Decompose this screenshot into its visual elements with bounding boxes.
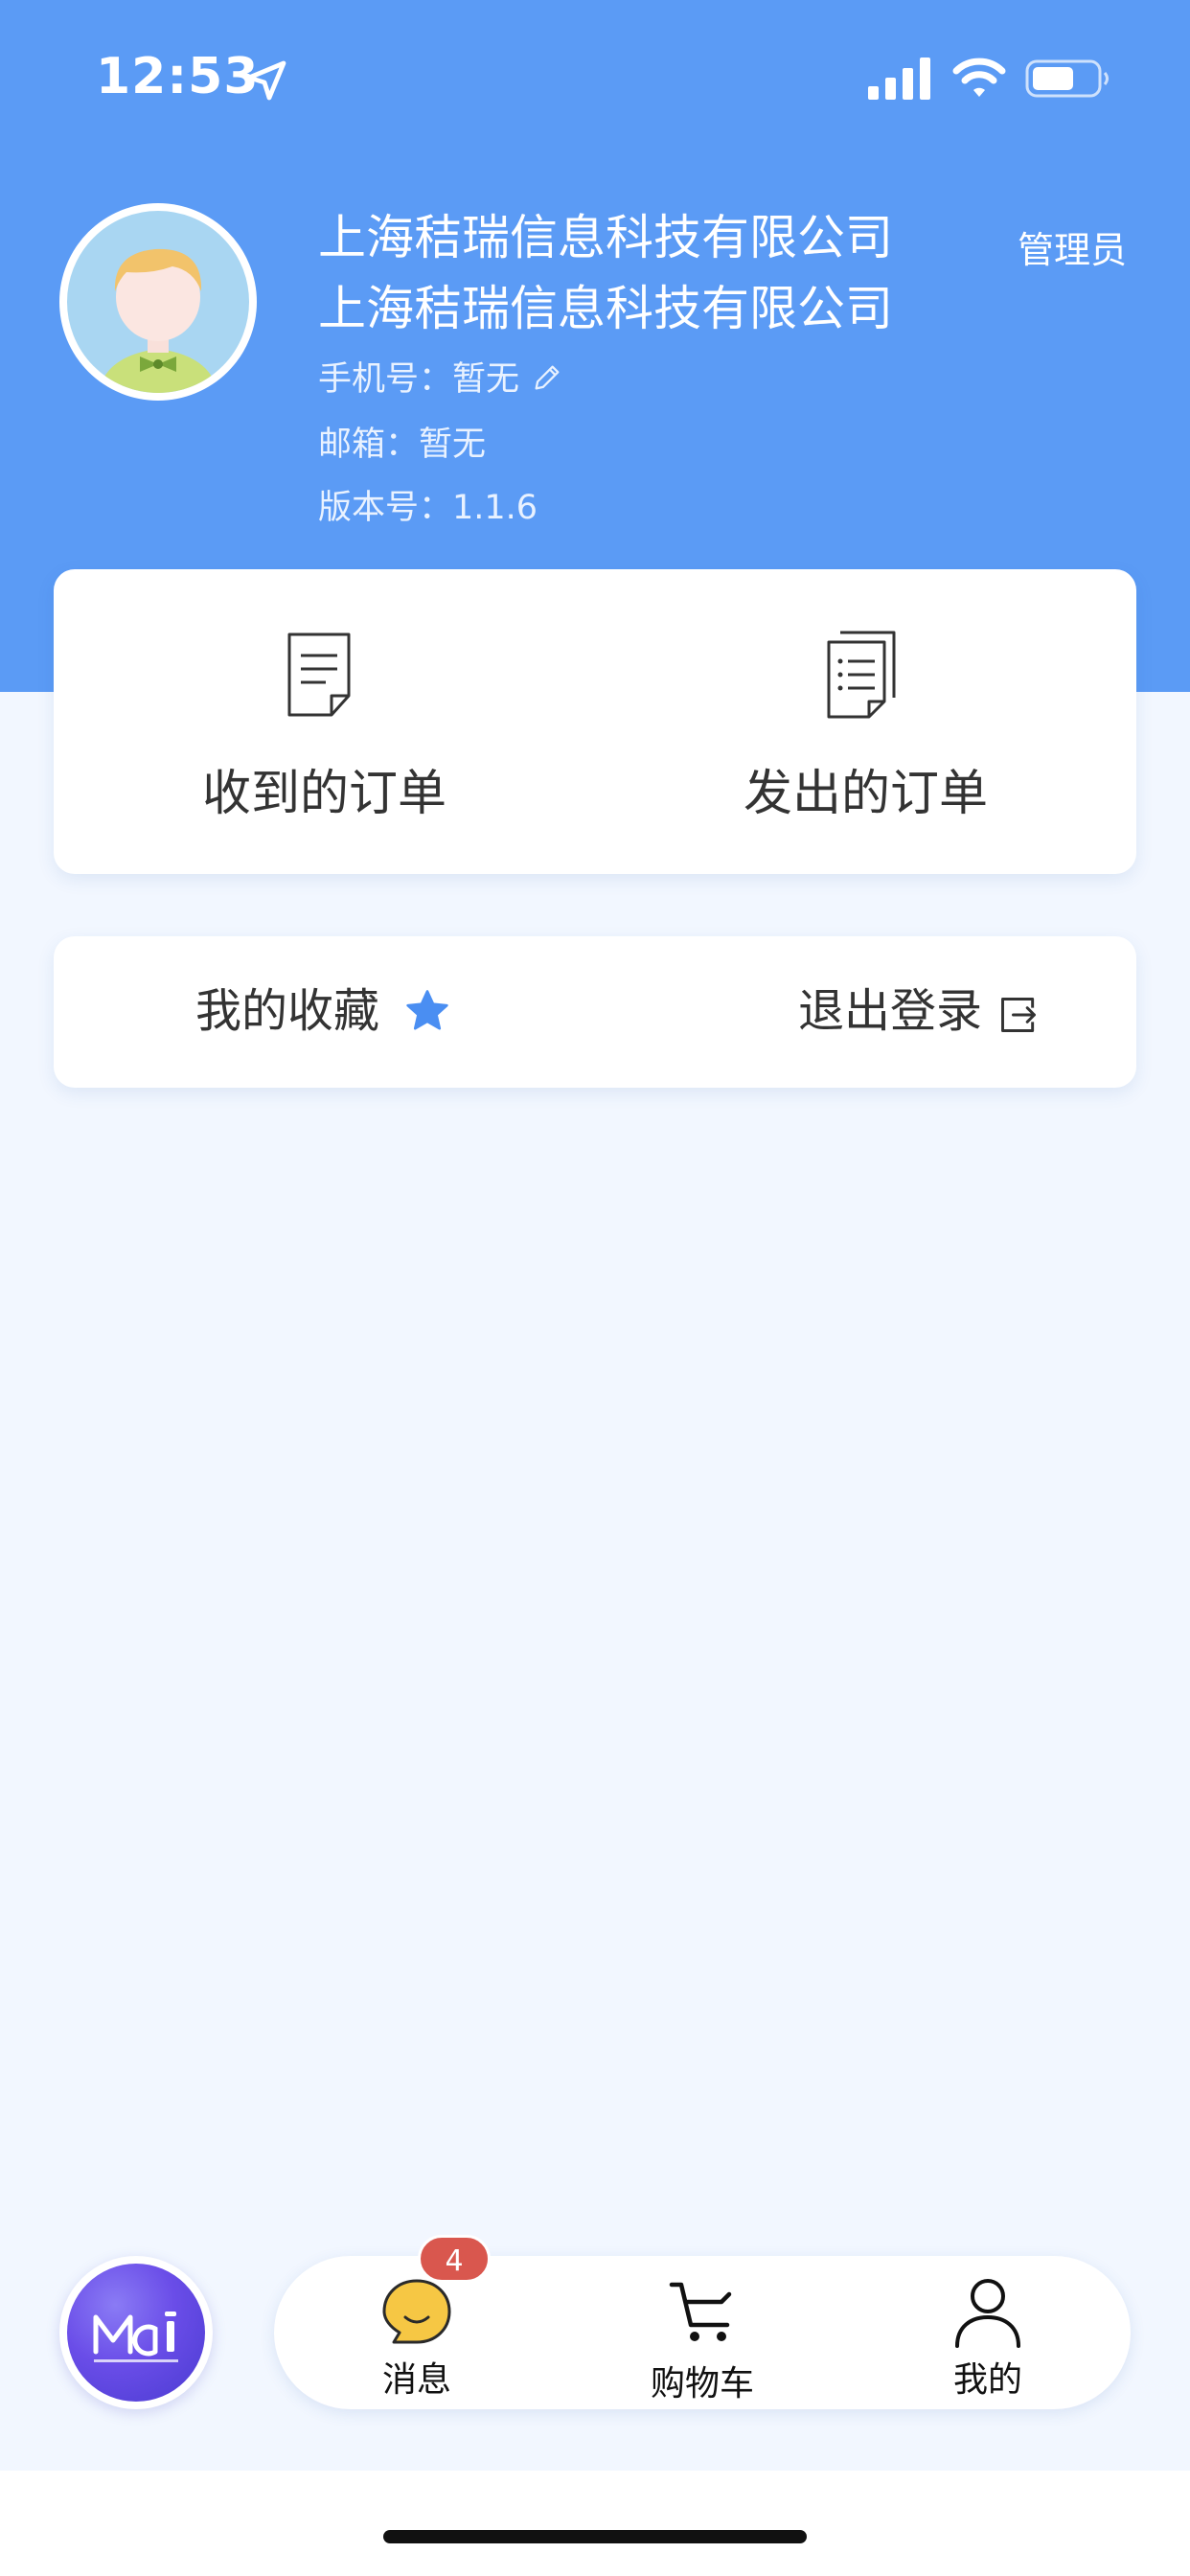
logout-label: 退出登录 — [798, 984, 983, 1038]
received-orders-label: 收到的订单 — [201, 766, 446, 822]
email-value: 暂无 — [419, 426, 487, 464]
version-value: 1.1.6 — [452, 489, 538, 527]
wifi-icon — [952, 58, 1006, 97]
star-icon — [406, 990, 448, 1030]
home-logo-button[interactable] — [59, 2256, 213, 2409]
company-name-line-1: 上海秸瑞信息科技有限公司 — [318, 210, 893, 265]
tab-mine-label: 我的 — [952, 2360, 1022, 2400]
tab-messages-label: 消息 — [381, 2360, 451, 2400]
documents-stack-icon — [827, 631, 896, 719]
orders-card: 收到的订单 发出的订单 — [54, 569, 1136, 874]
user-avatar-illustration-icon — [61, 205, 255, 399]
shopping-cart-icon — [669, 2282, 732, 2341]
home-indicator[interactable] — [383, 2530, 807, 2543]
status-time: 12:53 — [96, 48, 260, 105]
phone-row[interactable]: 手机号：暂无 — [318, 356, 563, 402]
user-profile-icon — [955, 2279, 1020, 2348]
status-bar: 12:53 — [0, 0, 1190, 144]
pencil-edit-icon[interactable] — [531, 361, 563, 394]
phone-label: 手机号： — [318, 360, 453, 399]
tab-cart[interactable]: 购物车 — [560, 2256, 845, 2409]
tab-mine[interactable]: 我的 — [845, 2256, 1131, 2409]
email-label: 邮箱： — [318, 426, 420, 464]
tab-messages[interactable]: 4 消息 — [274, 2235, 560, 2409]
phone-value: 暂无 — [452, 360, 520, 399]
mai-logo-icon — [93, 2312, 178, 2362]
bottom-tab-bar: 4 消息 购物车 我的 — [274, 2235, 1131, 2409]
version-label: 版本号： — [318, 489, 453, 527]
email-row: 邮箱：暂无 — [318, 422, 486, 468]
cellular-signal-icon — [868, 58, 930, 100]
version-row: 版本号：1.1.6 — [318, 485, 538, 531]
battery-icon — [1025, 59, 1109, 98]
document-icon — [287, 632, 351, 717]
received-orders-button[interactable]: 收到的订单 — [54, 569, 595, 874]
favorites-button[interactable]: 我的收藏 — [54, 936, 595, 1088]
logout-button[interactable]: 退出登录 — [595, 936, 1136, 1088]
app-logo — [67, 2264, 205, 2402]
company-name-line-2: 上海秸瑞信息科技有限公司 — [318, 281, 893, 336]
role-label: 管理员 — [1017, 229, 1127, 271]
favorites-label: 我的收藏 — [195, 984, 380, 1038]
logout-icon — [1001, 998, 1036, 1032]
sent-orders-label: 发出的订单 — [743, 766, 988, 822]
chat-bubble-smile-icon — [382, 2279, 451, 2344]
sent-orders-button[interactable]: 发出的订单 — [595, 569, 1136, 874]
tab-cart-label: 购物车 — [650, 2364, 754, 2404]
location-arrow-icon — [246, 60, 286, 101]
avatar[interactable] — [59, 203, 257, 401]
bottom-safe-area — [0, 2471, 1190, 2576]
messages-badge: 4 — [418, 2235, 491, 2283]
actions-card: 我的收藏 退出登录 — [54, 936, 1136, 1088]
